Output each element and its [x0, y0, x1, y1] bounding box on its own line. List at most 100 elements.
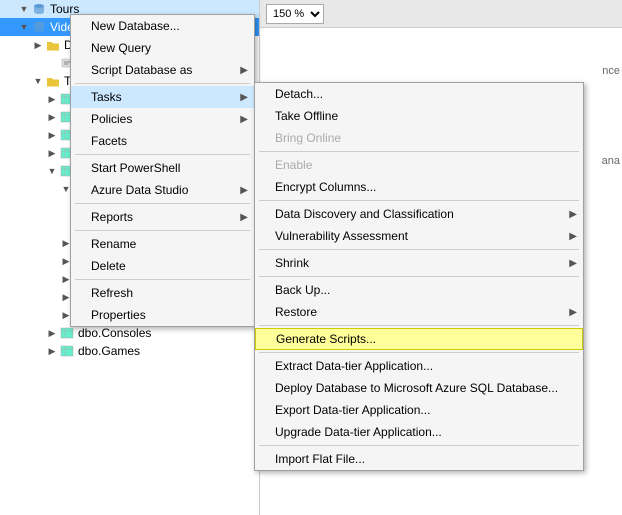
- menu-item-rename[interactable]: Rename: [71, 233, 254, 255]
- zoom-select[interactable]: 150 % 100 % 125 % 175 % 200 %: [266, 4, 324, 24]
- tasks-item-data-discovery[interactable]: Data Discovery and Classification▶: [255, 203, 583, 225]
- submenu-arrow-policies: ▶: [240, 114, 248, 125]
- menu-item-new-database[interactable]: New Database...: [71, 15, 254, 37]
- separator: [259, 151, 579, 152]
- menu-item-properties[interactable]: Properties: [71, 304, 254, 326]
- tasks-item-bring-online: Bring Online: [255, 127, 583, 149]
- tasks-item-import-flat-file[interactable]: Import Flat File...: [255, 448, 583, 470]
- menu-item-new-query[interactable]: New Query: [71, 37, 254, 59]
- tasks-label-import-flat-file: Import Flat File...: [275, 452, 365, 466]
- tasks-label-shrink: Shrink: [275, 256, 309, 270]
- tasks-label-encrypt-columns: Encrypt Columns...: [275, 180, 376, 194]
- expand-icon-f[interactable]: ▶: [46, 111, 58, 123]
- expand-icon-s[interactable]: ▶: [46, 93, 58, 105]
- node-icon-table: [59, 343, 75, 359]
- expand-icon-datab1[interactable]: ▶: [32, 39, 44, 51]
- menu-item-delete[interactable]: Delete: [71, 255, 254, 277]
- tasks-label-enable: Enable: [275, 158, 312, 172]
- expand-icon-g[interactable]: ▶: [46, 147, 58, 159]
- menu-item-azure-data-studio[interactable]: Azure Data Studio ▶: [71, 179, 254, 201]
- separator: [75, 230, 250, 231]
- separator: [259, 200, 579, 201]
- right-label-nce: nce: [602, 65, 620, 77]
- separator: [259, 445, 579, 446]
- tasks-label-upgrade-data-tier: Upgrade Data-tier Application...: [275, 425, 442, 439]
- menu-label-tasks: Tasks: [91, 90, 122, 104]
- node-icon-db: [31, 1, 47, 17]
- menu-item-reports[interactable]: Reports ▶: [71, 206, 254, 228]
- node-icon-folder: [45, 73, 61, 89]
- menu-label-facets: Facets: [91, 134, 127, 148]
- tasks-item-deploy-azure[interactable]: Deploy Database to Microsoft Azure SQL D…: [255, 377, 583, 399]
- separator: [75, 154, 250, 155]
- tree-item-games[interactable]: ▶ dbo.Games: [0, 342, 259, 360]
- menu-item-facets[interactable]: Facets: [71, 130, 254, 152]
- context-menu-tasks: Detach... Take Offline Bring Online Enable E…: [254, 82, 584, 471]
- expand-icon-d[interactable]: ▼: [46, 165, 58, 177]
- tasks-label-take-offline: Take Offline: [275, 109, 338, 123]
- editor-toolbar: 150 % 100 % 125 % 175 % 200 %: [260, 0, 622, 28]
- tree-label-consoles: dbo.Consoles: [78, 326, 151, 340]
- tasks-label-backup: Back Up...: [275, 283, 330, 297]
- tasks-item-restore[interactable]: Restore▶: [255, 301, 583, 323]
- menu-label-reports: Reports: [91, 210, 133, 224]
- expand-icon-e[interactable]: ▶: [46, 129, 58, 141]
- tasks-item-upgrade-data-tier[interactable]: Upgrade Data-tier Application...: [255, 421, 583, 443]
- tasks-item-shrink[interactable]: Shrink ▶: [255, 252, 583, 274]
- tasks-item-generate-scripts[interactable]: Generate Scripts...: [255, 328, 583, 350]
- tasks-label-export-data-tier: Export Data-tier Application...: [275, 403, 430, 417]
- expand-icon-tours[interactable]: ▼: [18, 3, 30, 15]
- menu-item-script-database[interactable]: Script Database as▶: [71, 59, 254, 81]
- separator: [75, 83, 250, 84]
- tasks-label-detach: Detach...: [275, 87, 323, 101]
- node-icon-folder: [45, 37, 61, 53]
- tasks-item-take-offline[interactable]: Take Offline: [255, 105, 583, 127]
- menu-label-policies: Policies: [91, 112, 132, 126]
- menu-label-properties: Properties: [91, 308, 146, 322]
- tasks-item-backup[interactable]: Back Up...: [255, 279, 583, 301]
- tasks-label-vulnerability: Vulnerability Assessment: [275, 229, 408, 243]
- expand-icon-tables[interactable]: ▼: [32, 75, 44, 87]
- menu-item-start-powershell[interactable]: Start PowerShell: [71, 157, 254, 179]
- separator: [75, 279, 250, 280]
- separator: [259, 249, 579, 250]
- menu-label-rename: Rename: [91, 237, 136, 251]
- menu-label-script-database: Script Database as: [91, 63, 192, 77]
- editor-content: nce ana: [260, 28, 622, 44]
- tasks-item-enable: Enable: [255, 154, 583, 176]
- tree-label-games: dbo.Games: [78, 344, 140, 358]
- tasks-arrow-vulnerability: ▶: [569, 231, 577, 242]
- tasks-label-deploy-azure: Deploy Database to Microsoft Azure SQL D…: [275, 381, 558, 395]
- tasks-item-encrypt-columns[interactable]: Encrypt Columns...: [255, 176, 583, 198]
- submenu-arrow-azure-data-studio: ▶: [240, 185, 248, 196]
- node-icon-table: [59, 325, 75, 341]
- menu-item-refresh[interactable]: Refresh: [71, 282, 254, 304]
- menu-label-azure-data-studio: Azure Data Studio: [91, 183, 188, 197]
- expand-icon-consoles[interactable]: ▶: [46, 327, 58, 339]
- tasks-label-extract-data-tier: Extract Data-tier Application...: [275, 359, 433, 373]
- tasks-label-restore: Restore: [275, 305, 317, 319]
- menu-label-new-database: New Database...: [91, 19, 180, 33]
- separator: [259, 276, 579, 277]
- menu-label-refresh: Refresh: [91, 286, 133, 300]
- expand-icon-games[interactable]: ▶: [46, 345, 58, 357]
- menu-item-tasks[interactable]: Tasks ▶: [71, 86, 254, 108]
- context-menu-main: New Database...New QueryScript Database …: [70, 14, 255, 327]
- tasks-item-extract-data-tier[interactable]: Extract Data-tier Application...: [255, 355, 583, 377]
- submenu-arrow-reports: ▶: [240, 212, 248, 223]
- right-label-ana: ana: [602, 155, 620, 167]
- tasks-arrow-data-discovery: ▶: [569, 209, 577, 220]
- separator: [259, 352, 579, 353]
- tasks-item-export-data-tier[interactable]: Export Data-tier Application...: [255, 399, 583, 421]
- menu-item-policies[interactable]: Policies ▶: [71, 108, 254, 130]
- expand-icon-videogames[interactable]: ▼: [18, 21, 30, 33]
- node-icon-db: [31, 19, 47, 35]
- tasks-arrow-shrink: ▶: [569, 258, 577, 269]
- tasks-item-vulnerability[interactable]: Vulnerability Assessment ▶: [255, 225, 583, 247]
- tasks-label-bring-online: Bring Online: [275, 131, 341, 145]
- separator: [75, 203, 250, 204]
- submenu-arrow-tasks: ▶: [240, 92, 248, 103]
- menu-label-start-powershell: Start PowerShell: [91, 161, 180, 175]
- separator: [259, 325, 579, 326]
- tasks-item-detach[interactable]: Detach...: [255, 83, 583, 105]
